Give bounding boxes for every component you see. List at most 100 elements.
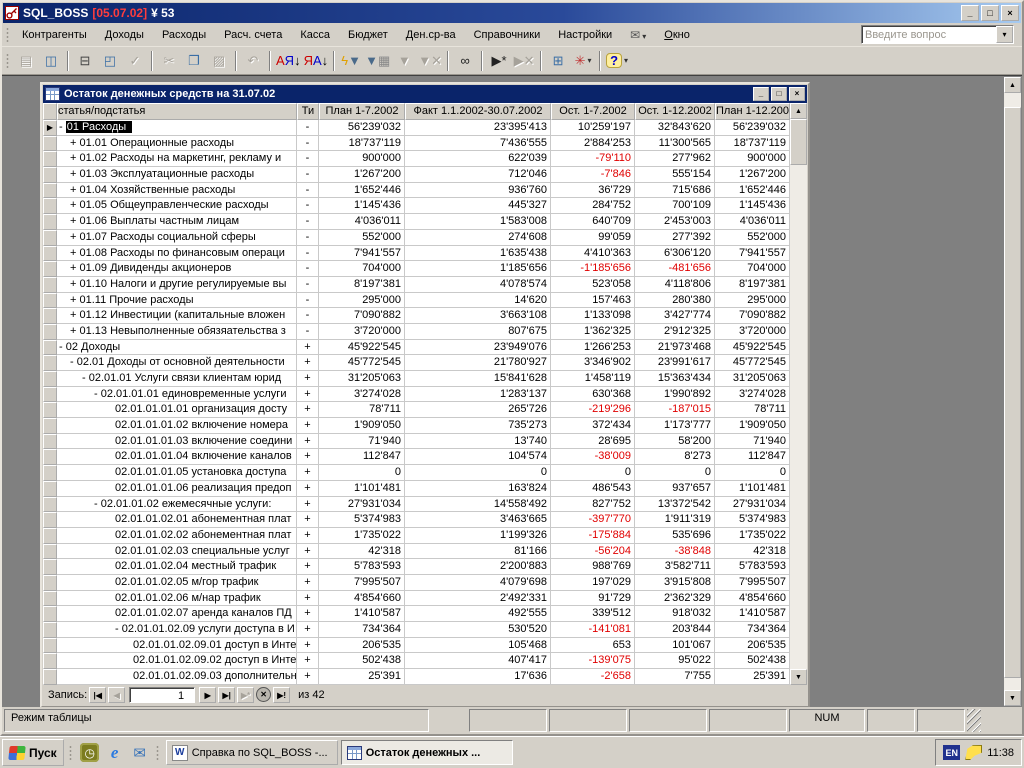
cell-article[interactable]: 02.01.01.02.07 аренда каналов ПД [57,606,297,622]
sort-descending-button[interactable]: ЯА↓ [303,50,330,72]
cell-article[interactable]: + 01.09 Дивиденды акционеров [57,261,297,277]
cell-value[interactable]: 1'266'253 [551,340,635,356]
row-selector[interactable]: ▶ [43,120,57,136]
cell-type[interactable]: - [297,246,319,262]
cell-article[interactable]: + 01.01 Операционные расходы [57,136,297,152]
cell-value[interactable]: 31'205'063 [319,371,405,387]
cell-article[interactable]: - 02.01.01.01 единовременные услуги [57,387,297,403]
cell-value[interactable]: -1'185'656 [551,261,635,277]
cell-article[interactable]: - 02.01.01.02 ежемесячные услуги: [57,497,297,513]
table-row[interactable]: - 02.01.01.02 ежемесячные услуги:+27'931… [43,497,790,513]
cell-value[interactable]: 555'154 [635,167,715,183]
print-button[interactable]: ⊟ [73,50,97,72]
cell-value[interactable]: 78'711 [319,402,405,418]
cell-value[interactable]: 2'453'003 [635,214,715,230]
ask-question-box[interactable]: Введите вопрос ▾ [861,25,1014,44]
cell-value[interactable]: 552'000 [319,230,405,246]
row-selector[interactable] [43,198,57,214]
cell-type[interactable]: + [297,371,319,387]
row-selector[interactable] [43,214,57,230]
cell-value[interactable]: 1'145'436 [715,198,790,214]
row-selector[interactable] [43,528,57,544]
cell-value[interactable]: 653 [551,638,635,654]
cell-value[interactable]: 45'772'545 [715,355,790,371]
row-selector[interactable] [43,544,57,560]
cell-value[interactable]: 3'274'028 [319,387,405,403]
menu-item-nastroyki[interactable]: Настройки [549,26,621,44]
menu-item-okno[interactable]: Окно [655,26,699,44]
cell-value[interactable]: 13'372'542 [635,497,715,513]
mdi-scroll-down-icon[interactable]: ▼ [1004,690,1021,706]
cell-value[interactable]: 45'772'545 [319,355,405,371]
row-selector[interactable] [43,622,57,638]
cell-value[interactable]: 112'847 [319,449,405,465]
cell-value[interactable]: 1'173'777 [635,418,715,434]
cell-value[interactable]: 5'783'593 [715,559,790,575]
cell-article[interactable]: 02.01.01.01.01 организация досту [57,402,297,418]
cell-value[interactable]: 535'696 [635,528,715,544]
cell-value[interactable]: 7'995'507 [715,575,790,591]
close-button[interactable]: × [1001,5,1019,21]
cell-type[interactable]: + [297,653,319,669]
table-row[interactable]: 02.01.01.02.04 местный трафик+5'783'5932… [43,559,790,575]
quick-launch-ie-icon[interactable]: e [104,742,126,764]
cell-article[interactable]: 02.01.01.02.05 м/гор трафик [57,575,297,591]
cell-article[interactable]: + 01.05 Общеуправленческие расходы [57,198,297,214]
menu-item-den-sredstva[interactable]: Ден.ср-ва [397,26,465,44]
table-row[interactable]: + 01.05 Общеуправленческие расходы-1'145… [43,198,790,214]
cell-value[interactable]: -397'770 [551,512,635,528]
menu-item-byudzhet[interactable]: Бюджет [339,26,397,44]
cell-value[interactable]: 15'841'628 [405,371,551,387]
cell-type[interactable]: + [297,340,319,356]
cell-value[interactable]: 3'582'711 [635,559,715,575]
cell-value[interactable]: 2'884'253 [551,136,635,152]
cell-type[interactable]: - [297,324,319,340]
cell-value[interactable]: 502'438 [319,653,405,669]
cell-value[interactable]: 4'410'363 [551,246,635,262]
cell-value[interactable]: 284'752 [551,198,635,214]
cell-value[interactable]: 1'909'050 [715,418,790,434]
cell-value[interactable]: 23'395'413 [405,120,551,136]
ask-dropdown-icon[interactable]: ▾ [996,26,1013,43]
cell-value[interactable]: 530'520 [405,622,551,638]
table-row[interactable]: ▶- 01 Расходы-56'239'03223'395'41310'259… [43,120,790,136]
cell-value[interactable]: 112'847 [715,449,790,465]
cell-value[interactable]: 1'458'119 [551,371,635,387]
table-row[interactable]: + 01.02 Расходы на маркетинг, рекламу и-… [43,151,790,167]
cell-value[interactable]: 27'931'034 [715,497,790,513]
cell-value[interactable]: 5'374'983 [715,512,790,528]
cell-article[interactable]: 02.01.01.02.09.01 доступ в Инте [57,638,297,654]
table-row[interactable]: + 01.01 Операционные расходы-18'737'1197… [43,136,790,152]
cell-value[interactable]: 4'854'660 [715,591,790,607]
cell-article[interactable]: 02.01.01.01.06 реализация предоп [57,481,297,497]
cell-article[interactable]: 02.01.01.01.02 включение номера [57,418,297,434]
menu-item-mail-merge[interactable]: ✉▾ [621,25,655,45]
cell-value[interactable]: 988'769 [551,559,635,575]
cell-value[interactable]: 7'436'555 [405,136,551,152]
cell-value[interactable]: 630'368 [551,387,635,403]
cell-value[interactable]: 36'729 [551,183,635,199]
header-ost-1-12[interactable]: Ост. 1-12.2002 [635,103,715,120]
cell-value[interactable]: 5'374'983 [319,512,405,528]
cell-value[interactable]: 1'410'587 [715,606,790,622]
cell-value[interactable]: 1'735'022 [715,528,790,544]
cell-type[interactable]: - [297,293,319,309]
print-preview-button[interactable]: ◰ [98,50,122,72]
cell-value[interactable]: 1'101'481 [715,481,790,497]
cell-value[interactable]: 104'574 [405,449,551,465]
cell-value[interactable]: 3'346'902 [551,355,635,371]
cell-value[interactable]: 0 [635,465,715,481]
cell-value[interactable]: 23'949'076 [405,340,551,356]
cell-type[interactable]: - [297,167,319,183]
cell-type[interactable]: + [297,575,319,591]
filter-by-selection-button[interactable]: ϟ▼ [339,50,363,72]
cell-value[interactable]: 277'962 [635,151,715,167]
cell-value[interactable]: 3'274'028 [715,387,790,403]
cell-value[interactable]: 56'239'032 [319,120,405,136]
table-row[interactable]: 02.01.01.02.05 м/гор трафик+7'995'5074'0… [43,575,790,591]
cell-value[interactable]: 277'392 [635,230,715,246]
quick-launch-clock-icon[interactable]: ◷ [79,742,101,764]
cell-value[interactable]: 31'205'063 [715,371,790,387]
taskbar-grip-icon[interactable] [156,745,159,761]
cell-value[interactable]: 3'427'774 [635,308,715,324]
